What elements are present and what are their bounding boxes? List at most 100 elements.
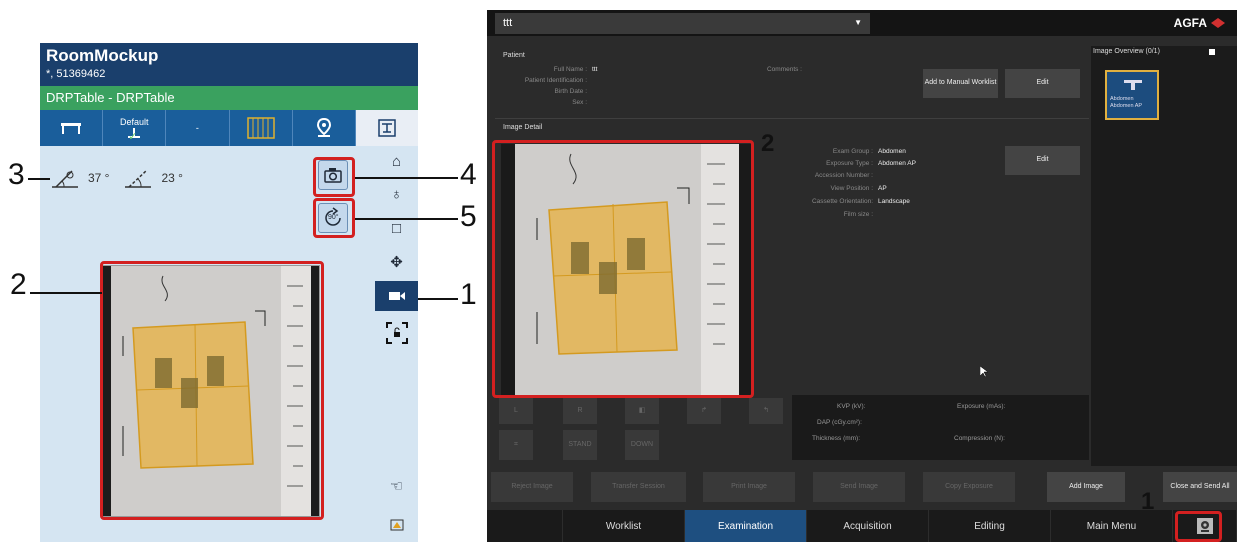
compression-label: Compression (N): [954,435,1005,442]
edit-image-detail-button[interactable]: Edit [1005,146,1080,175]
rotate-left-button[interactable]: ↰ [749,398,783,424]
exam-group-label: Exam Group : [832,148,873,155]
transfer-session-button[interactable]: Transfer Session [591,472,686,502]
right-marker-button[interactable]: R [563,398,597,424]
thumbnail-label-1: Abdomen [1110,96,1134,102]
agfa-rhombus-icon [1211,18,1225,28]
shutter-icon: ◧ [638,406,646,414]
section-divider [495,118,1089,119]
birth-date-label: Birth Date : [554,88,587,95]
rotate-right-icon: ↱ [701,406,707,414]
exposure-type-value: Abdomen AP [878,160,916,167]
callout-line-3 [28,178,50,180]
image-overview-panel: Image Overview (0/1) Abdomen Abdomen AP [1091,46,1237,466]
tablet-header: RoomMockup *, 51369462 [40,43,418,86]
tablet-sidebar: ⌂ ♁ □ ✥ ☜ [375,146,418,542]
exposure-mas-label: Exposure (mAs): [957,403,1006,410]
print-image-button[interactable]: Print Image [703,472,795,502]
close-and-send-all-button[interactable]: Close and Send All [1163,472,1237,502]
crop-button[interactable]: ⌗ [499,430,533,460]
second-angle-value: 23 ° [161,171,183,185]
location-pin-icon [316,118,331,137]
patient-select[interactable]: ttt ▼ [495,13,870,34]
dap-label: DAP (cGy.cm²): [817,419,862,426]
callout-box-capture [313,157,355,197]
tilt-angle-icon [52,170,78,188]
add-image-button[interactable]: Add Image [1047,472,1125,502]
rotate-left-icon: ↰ [763,406,769,414]
warning-icon [390,519,403,531]
callout-box-webcam [1175,511,1222,542]
hand-signal-button[interactable]: ☜ [375,471,418,501]
detector-button[interactable] [355,110,418,146]
nav-worklist[interactable]: Worklist [563,510,685,542]
patient-select-value: ttt [503,17,513,29]
room-title: RoomMockup [46,46,159,65]
callout-5: 5 [460,200,477,233]
image-thumbnail[interactable]: Abdomen Abdomen AP [1105,70,1159,120]
rotate-right-button[interactable]: ↱ [687,398,721,424]
camera-view-button[interactable] [375,281,418,311]
move-icon: ✥ [390,254,403,271]
table-icon [61,123,82,134]
crop-icon: ⌗ [514,440,518,448]
bulb-icon: ♁ [390,185,403,203]
patient-id-label: Patient Identification : [524,77,587,84]
patient-section-title: Patient [503,52,525,59]
left-marker-button[interactable]: L [499,398,533,424]
desktop-topbar: ttt ▼ AGFA [487,10,1237,36]
overview-checkbox[interactable] [1209,49,1215,55]
screenshot-root: RoomMockup *, 51369462 DRPTable - DRPTab… [0,0,1237,542]
full-name-label: Full Name : [553,66,587,73]
copy-exposure-button[interactable]: Copy Exposure [923,472,1015,502]
dash-button[interactable]: - [166,110,230,146]
expand-lock-icon [385,322,408,344]
nav-spacer [487,510,563,542]
grid-button[interactable] [230,110,293,146]
dropdown-caret-icon: ▼ [854,18,862,27]
warning-button[interactable] [375,511,418,541]
check-icon: ✓ [128,131,138,143]
fullscreen-button[interactable] [375,318,418,348]
dash-label: - [195,123,199,133]
callout-line-4 [355,177,458,179]
comments-label: Comments : [766,66,802,73]
shutter-button[interactable]: ◧ [625,398,659,424]
hand-icon: ☜ [389,478,404,495]
cassette-orientation-label: Cassette Orientation: [811,198,873,205]
accession-label: Accession Number : [814,172,873,179]
mouse-cursor-icon [980,366,988,378]
nav-editing[interactable]: Editing [929,510,1051,542]
callout-box-desktop-image [492,140,754,398]
image-detail-section-title: Image Detail [503,124,543,131]
callout-4: 4 [460,158,477,191]
agfa-logo: AGFA [1174,16,1225,30]
nav-main-menu[interactable]: Main Menu [1051,510,1173,542]
callout-1-right: 1 [1141,488,1155,515]
callout-box-rotate [313,198,355,238]
default-position-button[interactable]: Default ✓ [103,110,167,146]
stand-button[interactable]: STAND [563,430,597,460]
send-image-button[interactable]: Send Image [813,472,905,502]
light-button[interactable]: ♁ [375,179,418,209]
tablet-toolbar: Default ✓ - [40,110,418,146]
thumbnail-label-2: Abdomen AP [1110,102,1143,109]
video-camera-icon [388,292,405,300]
nav-examination[interactable]: Examination [685,510,807,542]
move-button[interactable]: ✥ [375,247,418,277]
down-button[interactable]: DOWN [625,430,659,460]
location-button[interactable] [293,110,356,146]
exam-group-value: Abdomen [878,148,906,155]
home-icon: ⌂ [391,152,402,170]
image-overview-title: Image Overview (0/1) [1093,48,1160,55]
add-to-worklist-button[interactable]: Add to Manual Worklist [923,69,998,98]
detector-icon [378,119,396,137]
nav-acquisition[interactable]: Acquisition [807,510,929,542]
table-name-bar: DRPTable - DRPTable [40,86,418,110]
main-navigation: Worklist Examination Acquisition Editing… [487,510,1237,542]
reject-image-button[interactable]: Reject Image [491,472,573,502]
edit-patient-button[interactable]: Edit [1005,69,1080,98]
first-angle-value: 37 ° [88,171,110,185]
home-button[interactable]: ⌂ [375,146,418,176]
table-button[interactable] [40,110,104,146]
